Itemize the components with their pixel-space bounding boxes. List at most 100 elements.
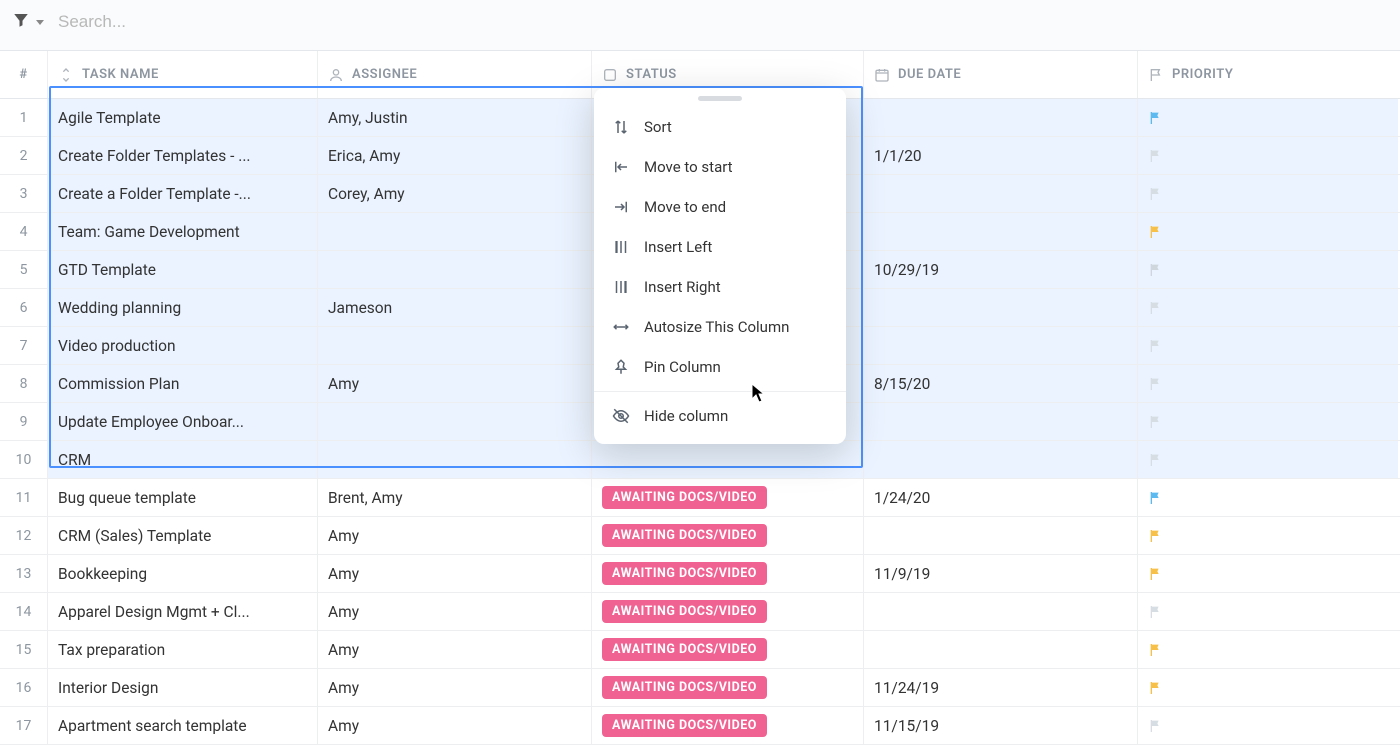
cell-task-name[interactable]: Team: Game Development <box>48 213 318 250</box>
cell-priority[interactable] <box>1138 593 1398 630</box>
cell-status[interactable]: AWAITING DOCS/VIDEO <box>592 555 864 592</box>
cell-assignee[interactable]: Amy <box>318 631 592 668</box>
cell-assignee[interactable]: Corey, Amy <box>318 175 592 212</box>
table-row[interactable]: 10CRM <box>0 441 1400 479</box>
cell-task-name[interactable]: Commission Plan <box>48 365 318 402</box>
row-number[interactable]: 12 <box>0 517 48 554</box>
cell-assignee[interactable]: Erica, Amy <box>318 137 592 174</box>
cell-due-date[interactable]: 8/15/20 <box>864 365 1138 402</box>
cell-due-date[interactable] <box>864 517 1138 554</box>
cell-task-name[interactable]: Create Folder Templates - ... <box>48 137 318 174</box>
cell-status[interactable]: AWAITING DOCS/VIDEO <box>592 631 864 668</box>
table-row[interactable]: 15Tax preparationAmyAWAITING DOCS/VIDEO <box>0 631 1400 669</box>
cell-task-name[interactable]: Tax preparation <box>48 631 318 668</box>
cell-priority[interactable] <box>1138 555 1398 592</box>
row-number[interactable]: 7 <box>0 327 48 364</box>
cell-task-name[interactable]: Apartment search template <box>48 707 318 744</box>
cell-due-date[interactable] <box>864 631 1138 668</box>
cell-task-name[interactable]: CRM (Sales) Template <box>48 517 318 554</box>
row-number[interactable]: 17 <box>0 707 48 744</box>
row-number[interactable]: 3 <box>0 175 48 212</box>
cell-task-name[interactable]: GTD Template <box>48 251 318 288</box>
cell-task-name[interactable]: Update Employee Onboar... <box>48 403 318 440</box>
cell-assignee[interactable] <box>318 251 592 288</box>
cell-due-date[interactable] <box>864 289 1138 326</box>
cell-status[interactable]: AWAITING DOCS/VIDEO <box>592 517 864 554</box>
cell-due-date[interactable] <box>864 327 1138 364</box>
cell-status[interactable] <box>592 441 864 478</box>
column-header-due-date[interactable]: DUE DATE <box>864 51 1138 98</box>
cell-task-name[interactable]: Agile Template <box>48 99 318 136</box>
cell-priority[interactable] <box>1138 213 1398 250</box>
row-number[interactable]: 10 <box>0 441 48 478</box>
column-header-task-name[interactable]: TASK NAME <box>48 51 318 98</box>
cell-task-name[interactable]: Bug queue template <box>48 479 318 516</box>
cell-status[interactable]: AWAITING DOCS/VIDEO <box>592 593 864 630</box>
cell-due-date[interactable]: 11/15/19 <box>864 707 1138 744</box>
menu-item-insert-right[interactable]: Insert Right <box>594 267 846 307</box>
menu-item-sort[interactable]: Sort <box>594 107 846 147</box>
row-number[interactable]: 1 <box>0 99 48 136</box>
row-number[interactable]: 13 <box>0 555 48 592</box>
row-number[interactable]: 6 <box>0 289 48 326</box>
menu-item-move-to-start[interactable]: Move to start <box>594 147 846 187</box>
row-number[interactable]: 14 <box>0 593 48 630</box>
cell-priority[interactable] <box>1138 327 1398 364</box>
cell-assignee[interactable]: Amy <box>318 707 592 744</box>
cell-task-name[interactable]: Bookkeeping <box>48 555 318 592</box>
row-number[interactable]: 9 <box>0 403 48 440</box>
filter-button[interactable] <box>12 11 44 33</box>
row-number[interactable]: 5 <box>0 251 48 288</box>
cell-assignee[interactable] <box>318 327 592 364</box>
cell-task-name[interactable]: Video production <box>48 327 318 364</box>
cell-due-date[interactable]: 1/24/20 <box>864 479 1138 516</box>
cell-priority[interactable] <box>1138 403 1398 440</box>
row-number[interactable]: 16 <box>0 669 48 706</box>
cell-priority[interactable] <box>1138 441 1398 478</box>
cell-priority[interactable] <box>1138 669 1398 706</box>
cell-assignee[interactable]: Amy <box>318 365 592 402</box>
table-row[interactable]: 13BookkeepingAmyAWAITING DOCS/VIDEO11/9/… <box>0 555 1400 593</box>
cell-priority[interactable] <box>1138 631 1398 668</box>
cell-assignee[interactable]: Amy, Justin <box>318 99 592 136</box>
cell-priority[interactable] <box>1138 365 1398 402</box>
cell-priority[interactable] <box>1138 479 1398 516</box>
table-row[interactable]: 11Bug queue templateBrent, AmyAWAITING D… <box>0 479 1400 517</box>
cell-priority[interactable] <box>1138 175 1398 212</box>
cell-task-name[interactable]: Create a Folder Template -... <box>48 175 318 212</box>
cell-task-name[interactable]: Interior Design <box>48 669 318 706</box>
table-row[interactable]: 17Apartment search templateAmyAWAITING D… <box>0 707 1400 745</box>
cell-task-name[interactable]: Wedding planning <box>48 289 318 326</box>
cell-priority[interactable] <box>1138 517 1398 554</box>
cell-assignee[interactable]: Amy <box>318 593 592 630</box>
search-input[interactable] <box>52 8 352 36</box>
cell-task-name[interactable]: Apparel Design Mgmt + Cl... <box>48 593 318 630</box>
cell-status[interactable]: AWAITING DOCS/VIDEO <box>592 707 864 744</box>
column-header-number[interactable]: # <box>0 51 48 98</box>
column-header-assignee[interactable]: ASSIGNEE <box>318 51 592 98</box>
cell-assignee[interactable] <box>318 403 592 440</box>
cell-priority[interactable] <box>1138 99 1398 136</box>
cell-assignee[interactable]: Amy <box>318 517 592 554</box>
table-row[interactable]: 14Apparel Design Mgmt + Cl...AmyAWAITING… <box>0 593 1400 631</box>
cell-due-date[interactable] <box>864 593 1138 630</box>
menu-item-pin-column[interactable]: Pin Column <box>594 347 846 387</box>
cell-due-date[interactable] <box>864 99 1138 136</box>
row-number[interactable]: 8 <box>0 365 48 402</box>
cell-due-date[interactable]: 11/24/19 <box>864 669 1138 706</box>
cell-status[interactable]: AWAITING DOCS/VIDEO <box>592 479 864 516</box>
cell-assignee[interactable]: Amy <box>318 669 592 706</box>
cell-status[interactable]: AWAITING DOCS/VIDEO <box>592 669 864 706</box>
cell-due-date[interactable] <box>864 175 1138 212</box>
cell-priority[interactable] <box>1138 289 1398 326</box>
menu-item-autosize-column[interactable]: Autosize This Column <box>594 307 846 347</box>
cell-priority[interactable] <box>1138 707 1398 744</box>
drag-handle-icon[interactable] <box>698 96 742 101</box>
cell-assignee[interactable]: Jameson <box>318 289 592 326</box>
table-row[interactable]: 12CRM (Sales) TemplateAmyAWAITING DOCS/V… <box>0 517 1400 555</box>
cell-due-date[interactable]: 10/29/19 <box>864 251 1138 288</box>
cell-due-date[interactable] <box>864 403 1138 440</box>
cell-priority[interactable] <box>1138 251 1398 288</box>
cell-due-date[interactable] <box>864 441 1138 478</box>
cell-assignee[interactable] <box>318 441 592 478</box>
